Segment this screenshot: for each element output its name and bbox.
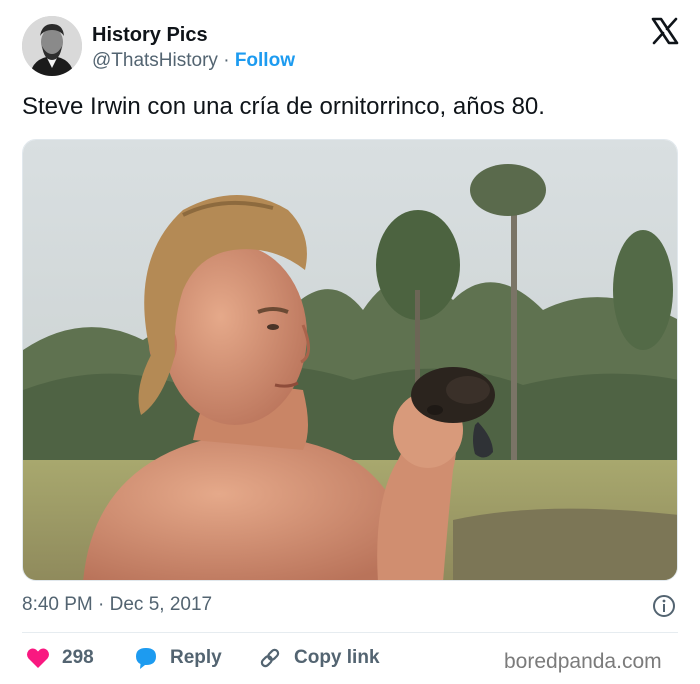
divider (22, 632, 678, 633)
tweet-header: History Pics @ThatsHistory · Follow (22, 16, 682, 80)
avatar[interactable] (22, 16, 82, 76)
speech-bubble-icon (136, 648, 156, 669)
reply-label: Reply (170, 647, 222, 668)
tweet-photo[interactable] (22, 139, 678, 581)
x-logo-icon[interactable] (650, 16, 680, 46)
photo-image (23, 140, 677, 580)
like-button[interactable]: 298 (26, 644, 94, 672)
heart-icon (27, 648, 49, 668)
author-handle[interactable]: @ThatsHistory (92, 50, 218, 71)
tweet-text: Steve Irwin con una cría de ornitorrinco… (22, 93, 545, 120)
link-icon (260, 648, 280, 668)
copy-link-label: Copy link (294, 647, 380, 668)
info-icon[interactable] (652, 594, 676, 618)
author-name[interactable]: History Pics (92, 24, 208, 47)
watermark: boredpanda.com (504, 650, 662, 673)
tweet-timestamp[interactable]: 8:40 PM · Dec 5, 2017 (22, 594, 212, 616)
author-handle-row: @ThatsHistory · Follow (92, 50, 295, 72)
separator-dot: · (223, 50, 230, 71)
reply-button[interactable]: Reply (134, 644, 222, 672)
like-count: 298 (62, 647, 94, 668)
follow-button[interactable]: Follow (235, 50, 295, 71)
copy-link-button[interactable]: Copy link (258, 644, 380, 672)
portrait-avatar-image (22, 16, 82, 76)
